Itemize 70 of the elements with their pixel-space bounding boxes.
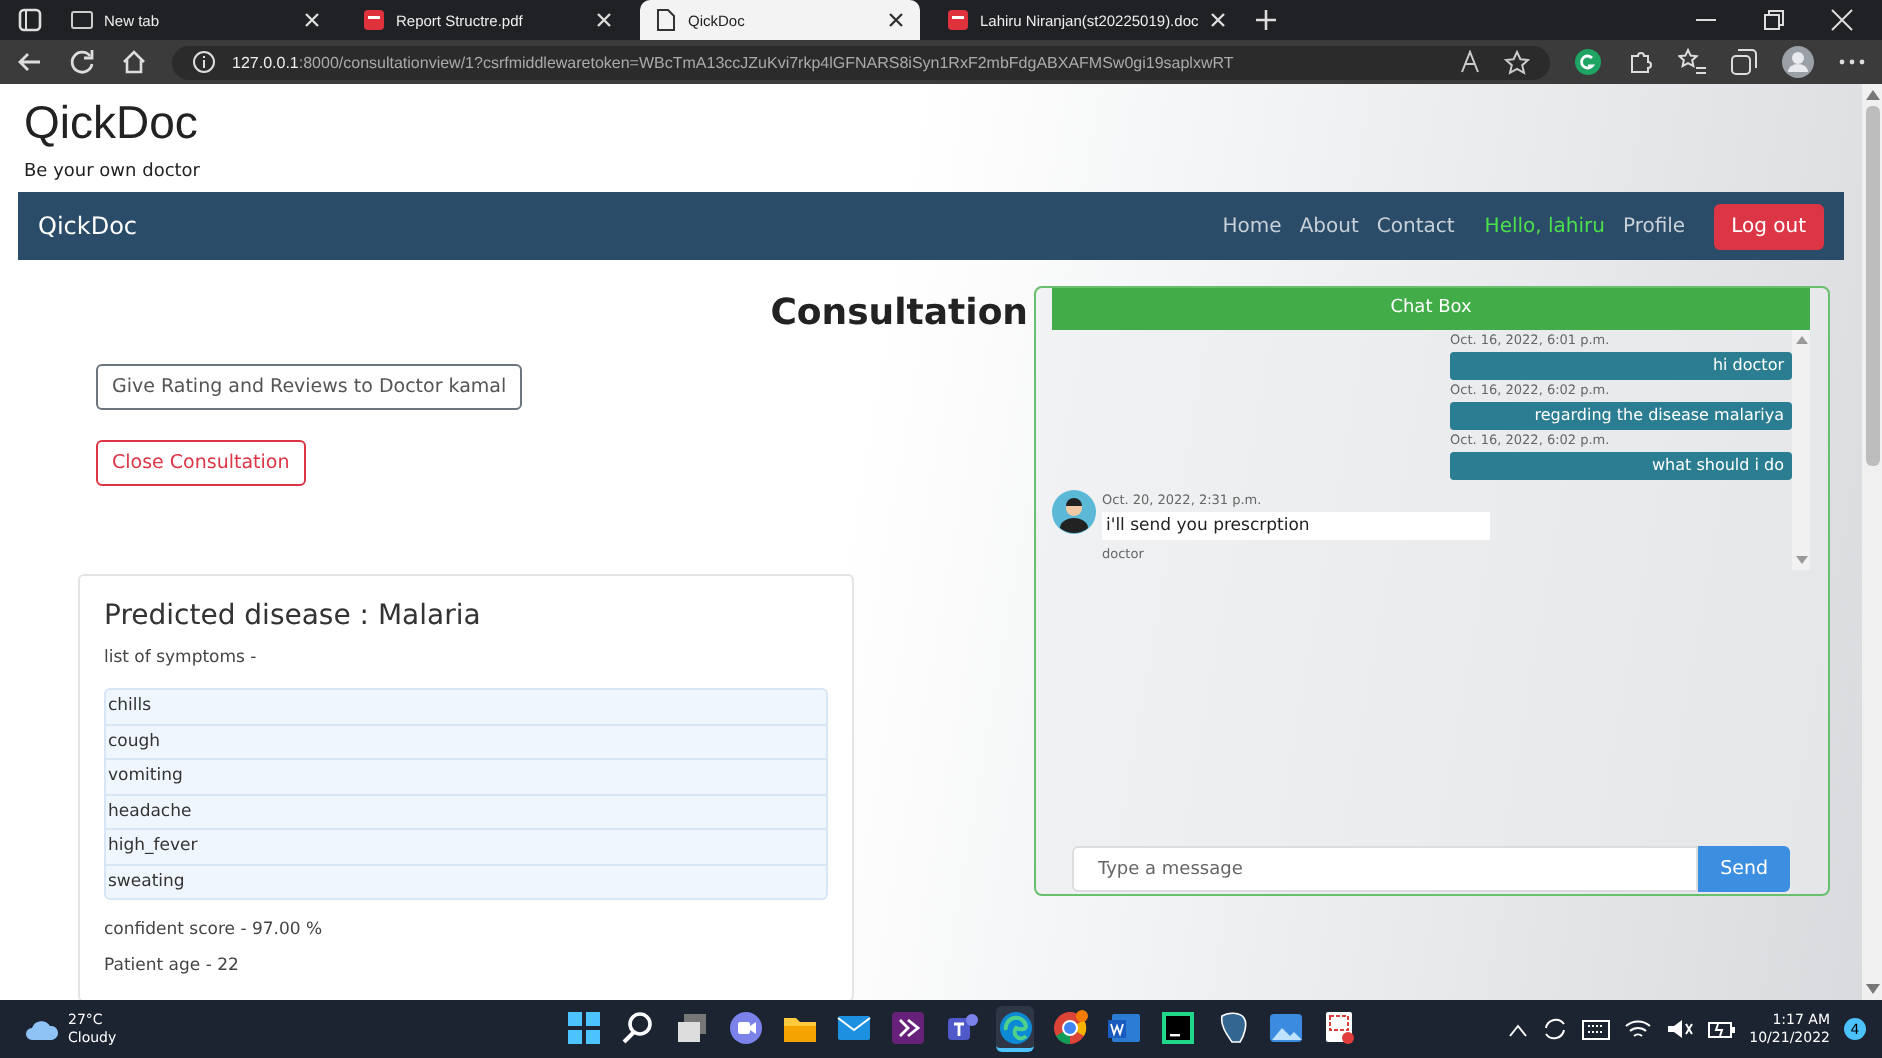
video-chat-icon[interactable] xyxy=(727,1009,763,1045)
keyboard-icon[interactable] xyxy=(1581,1019,1610,1039)
symptom-item: vomiting xyxy=(106,758,826,793)
document-icon xyxy=(362,8,386,32)
nav-link[interactable]: Contact xyxy=(1376,215,1455,237)
overlapping-windows-icon[interactable] xyxy=(673,1009,709,1045)
scroll-up-icon[interactable] xyxy=(1865,90,1879,100)
new-tab-icon[interactable] xyxy=(1254,8,1279,32)
collections-icon[interactable] xyxy=(1730,48,1758,76)
symptom-item: headache xyxy=(106,793,826,828)
chevrons-app-icon[interactable] xyxy=(889,1009,925,1045)
extension-badge-icon[interactable] xyxy=(1574,48,1602,76)
scroll-down-icon[interactable] xyxy=(1865,984,1879,994)
logout-button[interactable]: Log out xyxy=(1713,203,1824,249)
symptom-item: chills xyxy=(106,694,154,720)
sent-message: hi doctor xyxy=(1450,352,1792,380)
page-heading: Consultation xyxy=(768,292,1028,334)
cloud-icon xyxy=(24,1017,60,1041)
wifi-icon[interactable] xyxy=(1623,1018,1652,1040)
nav-link[interactable]: About xyxy=(1299,215,1359,237)
symptom-item: cough xyxy=(106,723,826,758)
symptom-item: high_fever xyxy=(106,828,826,863)
refresh-icon[interactable] xyxy=(68,48,96,76)
site-tagline: Be your own doctor xyxy=(24,160,203,184)
tab-page-icon xyxy=(70,8,94,32)
puzzle-icon[interactable] xyxy=(1626,48,1654,76)
sent-message: regarding the disease malariya xyxy=(1450,402,1792,430)
address-bar[interactable]: 127.0.0.1:8000/consultationview/1?csrfmiddlewaretoken=WBcTmA13ccJZuKvi7rkp4lGFNARS8iSyn1RxF2mbFdgABXAFMSw0gi19saplxwRT xyxy=(172,45,1550,79)
nav-link[interactable]: Home xyxy=(1222,215,1282,237)
site-title: QickDoc xyxy=(24,94,200,152)
profile-avatar-icon[interactable] xyxy=(1782,46,1814,78)
navbar-brand-link[interactable]: QickDoc xyxy=(38,212,138,240)
muted-speaker-icon[interactable] xyxy=(1665,1018,1694,1040)
snipping-icon[interactable] xyxy=(1321,1009,1357,1045)
code-editor-icon[interactable] xyxy=(1159,1009,1195,1045)
photo-app-icon[interactable] xyxy=(1267,1009,1303,1045)
page-scrollbar[interactable] xyxy=(1862,84,1882,1000)
home-icon[interactable] xyxy=(120,48,148,76)
search-icon[interactable] xyxy=(619,1009,655,1045)
greeting-text: Hello, lahiru xyxy=(1484,215,1605,237)
document-icon xyxy=(946,8,970,32)
tab-actions-icon[interactable] xyxy=(16,6,44,34)
sent-message: what should i do xyxy=(1450,452,1792,480)
back-arrow-icon[interactable] xyxy=(16,48,44,76)
people-app-icon[interactable] xyxy=(943,1009,979,1045)
browser-swirl-icon[interactable] xyxy=(997,1009,1033,1045)
start-icon[interactable] xyxy=(565,1009,601,1045)
message-input[interactable]: Type a message xyxy=(1072,846,1699,892)
favorites-icon[interactable] xyxy=(1678,48,1706,76)
word-document-icon[interactable] xyxy=(1105,1009,1141,1045)
close-consultation-button[interactable]: Close Consultation xyxy=(96,440,306,486)
avatar-icon xyxy=(1052,490,1096,534)
chevron-up-icon[interactable] xyxy=(1507,1021,1528,1037)
page-icon xyxy=(654,8,678,32)
symptom-item: sweating xyxy=(106,863,826,898)
battery-plug-icon[interactable] xyxy=(1707,1018,1736,1040)
received-message: i'll send you prescrption xyxy=(1102,512,1490,540)
sync-icon[interactable] xyxy=(1541,1016,1568,1042)
round-browser-icon[interactable] xyxy=(1051,1009,1087,1045)
close-icon[interactable] xyxy=(886,10,906,30)
restore-icon[interactable] xyxy=(1762,8,1786,32)
favorite-star-icon[interactable] xyxy=(1504,49,1530,75)
chat-header: Chat Box xyxy=(1052,288,1810,330)
confidence-score: confident score - 97.00 % xyxy=(104,920,325,940)
symptoms-label: list of symptoms - xyxy=(104,648,259,668)
card-title: Predicted disease : Malaria xyxy=(104,600,483,632)
nav-link[interactable]: Profile xyxy=(1622,215,1686,237)
info-icon xyxy=(192,50,216,74)
rating-review-button[interactable]: Give Rating and Reviews to Doctor kamal xyxy=(96,364,523,410)
patient-age: Patient age - 22 xyxy=(104,956,241,976)
